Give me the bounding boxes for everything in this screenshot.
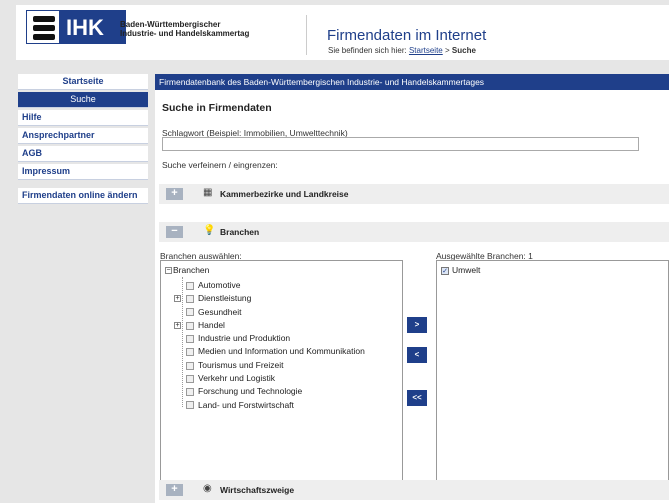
tree-item[interactable]: Forschung und Technologie	[186, 385, 365, 398]
tree-item[interactable]: Verkehr und Logistik	[186, 372, 365, 385]
tree-item[interactable]: Tourismus und Freizeit	[186, 359, 365, 372]
expand-button[interactable]: +	[166, 188, 183, 200]
breadcrumb-separator: >	[444, 46, 450, 55]
tree-item[interactable]: Automotive	[186, 279, 365, 292]
org-line-2: Industrie- und Handelskammertag	[120, 29, 250, 38]
selected-item-label: Umwelt	[452, 265, 481, 275]
tree-item[interactable]: Industrie und Produktion	[186, 332, 365, 345]
collapse-tree-icon[interactable]: −	[165, 267, 172, 275]
sidebar-item-startseite[interactable]: Startseite	[18, 74, 148, 90]
sidebar-item-firmendaten-aendern[interactable]: Firmendaten online ändern	[18, 188, 148, 204]
globe-icon: ◉	[203, 483, 212, 494]
accordion-title: Wirtschaftszweige	[220, 485, 295, 495]
crest-icon	[26, 10, 60, 44]
tree-item-label: Dienstleistung	[198, 293, 252, 304]
sidebar-item-impressum[interactable]: Impressum	[18, 164, 148, 180]
main-content: Firmendatenbank des Baden-Württembergisc…	[155, 74, 669, 503]
add-branch-button[interactable]: >	[407, 317, 427, 333]
sidebar-nav: Startseite Suche Hilfe Ansprechpartner A…	[18, 74, 148, 206]
tree-item-label: Automotive	[198, 280, 241, 290]
checkbox[interactable]	[186, 334, 194, 343]
main-header-bar: Firmendatenbank des Baden-Württembergisc…	[155, 74, 669, 90]
branchen-tree: − Branchen Automotive + Dienstleistung Ges…	[160, 260, 403, 485]
org-name: Baden-Württembergischer Industrie- und H…	[120, 20, 249, 38]
tree-item-label: Industrie und Produktion	[198, 333, 291, 344]
remove-all-branches-button[interactable]: <<	[407, 390, 427, 406]
breadcrumb: Sie befinden sich hier: Startseite > Suc…	[328, 46, 476, 55]
tree-root[interactable]: − Branchen	[165, 265, 209, 275]
breadcrumb-current: Suche	[451, 46, 476, 55]
tree-item[interactable]: Medien und Information und Kommunikation	[186, 345, 365, 358]
checkbox[interactable]	[186, 321, 194, 330]
accordion-kammerbezirke[interactable]: + ▦ Kammerbezirke und Landkreise	[159, 184, 669, 204]
header-divider	[306, 15, 307, 55]
tree-item-label: Gesundheit	[198, 306, 242, 317]
accordion-title: Kammerbezirke und Landkreise	[220, 189, 349, 199]
checkbox[interactable]	[186, 348, 194, 357]
accordion-title: Branchen	[220, 227, 260, 237]
tree-item[interactable]: Land- und Forstwirtschaft	[186, 399, 365, 412]
expand-node-icon[interactable]: +	[174, 321, 181, 329]
site-title: Firmendaten im Internet	[327, 27, 487, 44]
checkbox[interactable]	[186, 361, 194, 370]
tree-connector	[182, 277, 183, 407]
tree-item-label: Tourismus und Freizeit	[198, 359, 284, 370]
breadcrumb-home-link[interactable]: Startseite	[409, 46, 443, 55]
tree-item[interactable]: + Handel	[174, 319, 365, 332]
selected-branches-list: ✓ Umwelt	[436, 260, 669, 485]
sidebar-item-ansprechpartner[interactable]: Ansprechpartner	[18, 128, 148, 144]
keyword-input[interactable]	[162, 137, 639, 151]
tree-items: Automotive + Dienstleistung Gesundheit + H…	[174, 279, 365, 412]
building-icon: ▦	[203, 187, 213, 198]
site-header: IHK Baden-Württembergischer Industrie- u…	[16, 5, 669, 60]
checkbox[interactable]	[186, 281, 194, 290]
tree-root-label: Branchen	[173, 265, 210, 275]
checked-checkbox[interactable]: ✓	[441, 266, 449, 275]
expand-node-icon[interactable]: +	[174, 295, 181, 303]
sidebar-item-agb[interactable]: AGB	[18, 146, 148, 162]
sidebar-item-hilfe[interactable]: Hilfe	[18, 110, 148, 126]
breadcrumb-prefix: Sie befinden sich hier:	[328, 46, 407, 55]
checkbox[interactable]	[186, 308, 194, 317]
tree-item-label: Medien und Information und Kommunikation	[198, 346, 365, 357]
checkbox[interactable]	[186, 401, 194, 410]
org-line-1: Baden-Württembergischer	[120, 20, 221, 29]
tree-item[interactable]: + Dienstleistung	[174, 292, 365, 305]
checkbox[interactable]	[186, 374, 194, 383]
sidebar-item-suche[interactable]: Suche	[18, 92, 148, 108]
tree-item-label: Verkehr und Logistik	[198, 373, 276, 384]
tree-item-label: Land- und Forstwirtschaft	[198, 399, 294, 410]
selected-item[interactable]: ✓ Umwelt	[441, 265, 480, 275]
accordion-branchen[interactable]: − 💡 Branchen	[159, 222, 669, 242]
tree-item-label: Handel	[198, 319, 225, 330]
checkbox[interactable]	[186, 388, 194, 397]
tree-item[interactable]: Gesundheit	[186, 306, 365, 319]
refine-label: Suche verfeinern / eingrenzen:	[162, 160, 278, 170]
lightbulb-icon: 💡	[203, 225, 216, 236]
collapse-button[interactable]: −	[166, 226, 183, 238]
checkbox[interactable]	[186, 295, 194, 304]
remove-branch-button[interactable]: <	[407, 347, 427, 363]
logo-text: IHK	[66, 15, 104, 40]
tree-item-label: Forschung und Technologie	[198, 386, 303, 397]
accordion-wirtschaftszweige[interactable]: + ◉ Wirtschaftszweige	[159, 480, 669, 500]
page-title: Suche in Firmendaten	[162, 102, 272, 114]
expand-button[interactable]: +	[166, 484, 183, 496]
